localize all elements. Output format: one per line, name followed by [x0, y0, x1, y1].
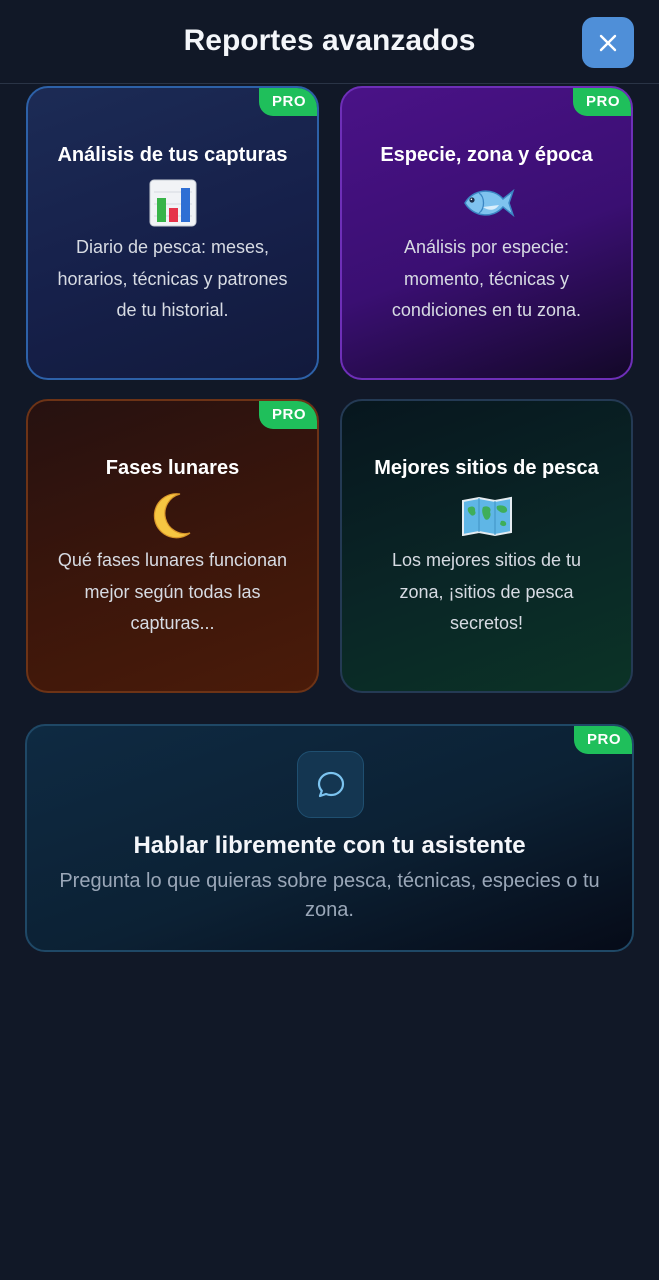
- crescent-moon-icon: [153, 493, 190, 539]
- card-description: Los mejores sitios de tu zona, ¡sitios d…: [391, 550, 582, 633]
- card-title: Especie, zona y época: [380, 144, 593, 166]
- pro-badge: PRO: [258, 88, 317, 116]
- card-description: Diario de pesca: meses, horarios, técnic…: [57, 237, 288, 320]
- assistant-title: Hablar libremente con tu asistente: [133, 832, 526, 859]
- page-title: Reportes avanzados: [183, 24, 476, 57]
- card-title: Análisis de tus capturas: [57, 144, 288, 166]
- card-description: Análisis por especie: momento, técnicas …: [391, 237, 582, 320]
- report-card-species-zone-season[interactable]: PRO Especie, zona y época Análisis por e…: [340, 86, 633, 380]
- bar-chart-icon: [149, 179, 196, 227]
- report-card-best-spots[interactable]: Mejores sitios de pesca Los mejores siti…: [340, 399, 633, 693]
- close-icon: [599, 34, 617, 51]
- card-description: Qué fases lunares funcionan mejor según …: [57, 550, 288, 633]
- assistant-chat-card[interactable]: PRO Hablar libremente con tu asistente P…: [25, 724, 634, 952]
- fish-icon: [463, 188, 515, 218]
- card-title: Fases lunares: [105, 457, 240, 479]
- report-card-catch-analysis[interactable]: PRO Análisis de tus capturas Diario de p…: [26, 86, 319, 380]
- assistant-description: Pregunta lo que quieras sobre pesca, téc…: [59, 870, 600, 921]
- header: Reportes avanzados: [0, 0, 659, 84]
- pro-badge: PRO: [573, 726, 632, 754]
- close-button[interactable]: [582, 17, 634, 68]
- report-card-moon-phases[interactable]: PRO Fases lunares Qué fases lunares func…: [26, 399, 319, 693]
- pro-badge: PRO: [258, 401, 317, 429]
- world-map-icon: [461, 496, 512, 536]
- card-title: Mejores sitios de pesca: [374, 457, 599, 479]
- pro-badge: PRO: [572, 88, 631, 116]
- chat-bubble-icon: [317, 771, 344, 797]
- chat-icon-container: [297, 751, 364, 818]
